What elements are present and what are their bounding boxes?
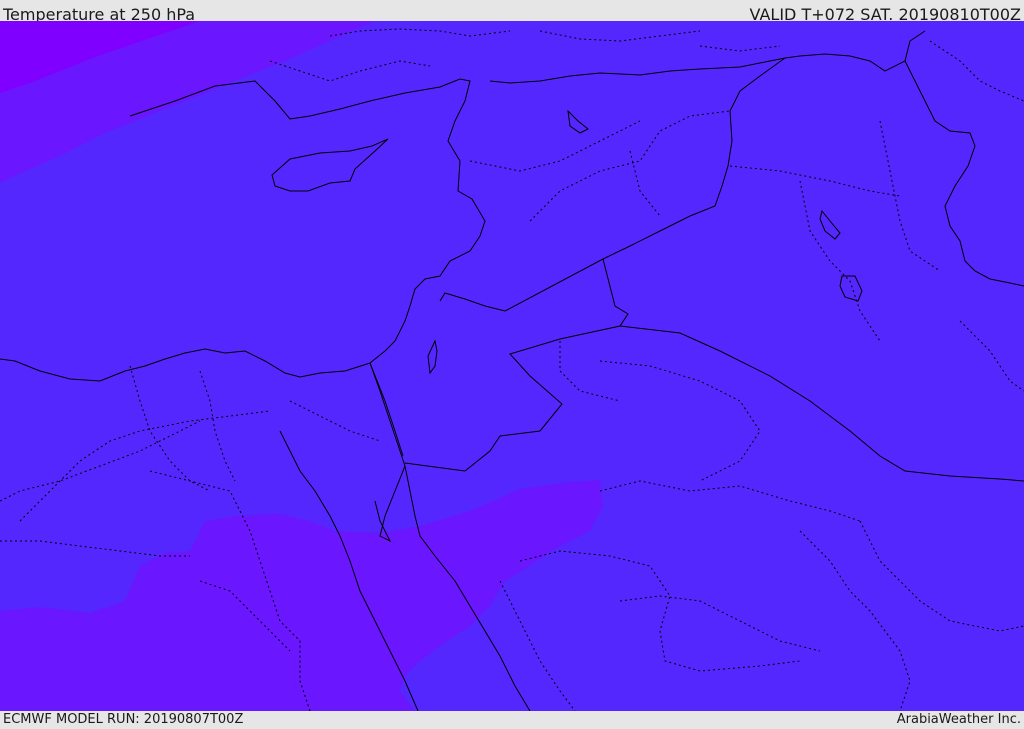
map-figure: Temperature at 250 hPa VALID T+072 SAT. … (0, 0, 1024, 729)
temperature-map (0, 21, 1024, 711)
footer-bar: ECMWF MODEL RUN: 20190807T00Z ArabiaWeat… (0, 711, 1024, 729)
header-bar: Temperature at 250 hPa VALID T+072 SAT. … (0, 0, 1024, 24)
model-run-label: ECMWF MODEL RUN: 20190807T00Z (3, 712, 244, 727)
credit-label: ArabiaWeather Inc. (896, 712, 1021, 727)
